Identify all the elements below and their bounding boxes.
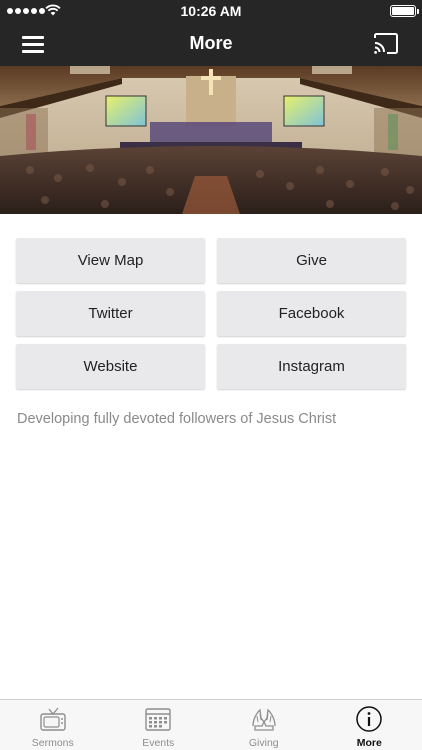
tab-giving[interactable]: Giving	[211, 700, 317, 750]
give-button[interactable]: Give	[217, 238, 406, 283]
page-title: More	[189, 33, 233, 53]
praying-hands-icon	[252, 708, 276, 731]
status-time: 10:26 AM	[180, 3, 242, 19]
tab-label: Sermons	[31, 737, 74, 749]
cast-icon[interactable]	[372, 32, 400, 56]
tab-sermons[interactable]: Sermons	[0, 700, 106, 750]
facebook-button[interactable]: Facebook	[217, 291, 406, 336]
instagram-button[interactable]: Instagram	[217, 344, 406, 389]
tab-bar: Sermons Events Giving More	[0, 699, 422, 750]
app-screen: 10:26 AM More View Map Give Twitter Face…	[0, 0, 422, 750]
church-tagline: Developing fully devoted followers of Je…	[17, 411, 337, 427]
info-icon	[356, 706, 382, 732]
status-bar: 10:26 AM	[0, 0, 422, 22]
battery-icon	[390, 5, 419, 17]
tab-label: More	[356, 737, 382, 749]
view-map-button[interactable]: View Map	[16, 238, 205, 283]
calendar-icon	[145, 708, 171, 731]
tab-events[interactable]: Events	[106, 700, 212, 750]
tab-more[interactable]: More	[317, 700, 422, 750]
twitter-button[interactable]: Twitter	[16, 291, 205, 336]
navigation-bar: More	[0, 22, 422, 66]
tab-label: Events	[142, 737, 175, 749]
website-button[interactable]: Website	[16, 344, 205, 389]
church-sanctuary-photo	[0, 66, 422, 214]
tv-icon	[40, 707, 66, 731]
tab-label: Giving	[248, 737, 279, 749]
top-bar: 10:26 AM More	[0, 0, 422, 66]
